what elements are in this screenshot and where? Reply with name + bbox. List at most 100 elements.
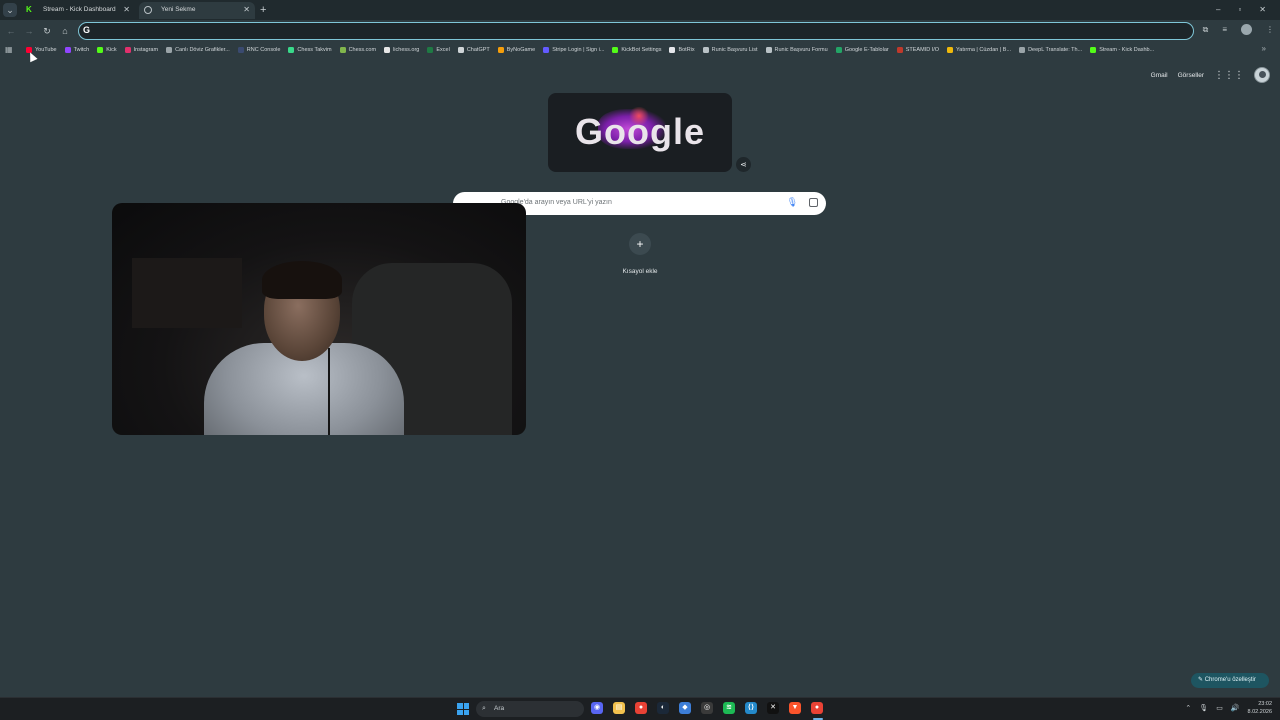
chrome-active-icon[interactable]: ● [811, 702, 823, 714]
bookmark-label: Instagram [133, 47, 159, 53]
google-lens-icon[interactable] [809, 198, 818, 207]
chevron-up-icon[interactable]: ⌃ [1185, 704, 1191, 712]
address-bar[interactable]: G [78, 22, 1194, 40]
bookmark-label: DeepL Translate: Th... [1028, 47, 1083, 53]
more-bookmarks-icon[interactable]: » [1262, 44, 1266, 53]
background-shelf [132, 258, 242, 328]
steam-icon[interactable]: ◐ [657, 702, 669, 714]
monitor-icon[interactable]: ▭ [1216, 704, 1223, 712]
google-doodle[interactable]: Google [548, 93, 732, 172]
bookmark-label: STEAMID I/O [905, 47, 940, 53]
bookmark-item[interactable]: Yatırma | Cüzdan | B... [947, 47, 1011, 53]
system-tray: ⌃ 🎙 ▭ 🔊 23:02 8.02.2026 [1185, 700, 1272, 716]
vscode-icon[interactable]: ⟨⟩ [745, 702, 757, 714]
images-link[interactable]: Görseller [1178, 72, 1204, 79]
bookmark-item[interactable]: STEAMID I/O [896, 47, 940, 53]
doodle-wordmark: Google [575, 111, 705, 152]
bookmark-label: lichess.org [393, 47, 420, 53]
chrome-icon[interactable]: ● [635, 702, 647, 714]
google-g-icon: G [83, 25, 91, 35]
home-icon[interactable]: ⌂ [58, 24, 72, 38]
bookmark-item[interactable]: RNC Console [237, 47, 280, 53]
bookmark-label: Runic Başvuru List [711, 47, 758, 53]
bookmark-label: KickBot Settings [621, 47, 662, 53]
spotify-icon[interactable]: ≋ [723, 702, 735, 714]
bookmark-item[interactable]: Kick [97, 47, 117, 53]
excel-icon [427, 47, 434, 53]
tab-label: Stream - Kick Dashboard [43, 6, 116, 13]
clock[interactable]: 23:02 8.02.2026 [1248, 700, 1272, 716]
person-hair [262, 261, 342, 299]
bookmark-item[interactable]: ByNoGame [497, 47, 536, 53]
bookmark-item[interactable]: BotRix [669, 47, 695, 53]
bookmark-item[interactable]: Stream - Kick Dashb... [1090, 47, 1154, 53]
apps-grid-icon[interactable]: ▦ [5, 45, 15, 55]
console-icon [237, 47, 244, 53]
extensions-icon[interactable]: ⧉ [1203, 25, 1209, 35]
windows-start-icon[interactable] [457, 703, 469, 715]
app-icon[interactable]: ◆ [679, 702, 691, 714]
add-shortcut[interactable]: + Kısayol ekle [610, 233, 670, 275]
bookmark-item[interactable]: Canlı Döviz Grafikler... [166, 47, 230, 53]
close-icon[interactable]: ✕ [123, 2, 130, 18]
headphone-cord [328, 348, 330, 435]
obs-icon[interactable]: ◎ [701, 702, 713, 714]
share-icon[interactable]: ⋖ [736, 157, 751, 172]
menu-icon[interactable]: ⋮ [1266, 25, 1274, 34]
forward-icon[interactable]: → [22, 24, 36, 38]
bookmark-item[interactable]: lichess.org [384, 47, 419, 53]
bookmark-item[interactable]: ChatGPT [457, 47, 490, 53]
close-icon[interactable]: ✕ [243, 2, 250, 18]
bookmark-item[interactable]: Google E-Tablolar [835, 47, 889, 53]
add-shortcut-label: Kısayol ekle [622, 268, 658, 275]
bookmark-item[interactable]: Stripe Login | Sign i... [543, 47, 604, 53]
profile-avatar[interactable] [1241, 24, 1252, 35]
gmail-link[interactable]: Gmail [1151, 72, 1168, 79]
minimize-icon[interactable]: – [1216, 2, 1220, 18]
bookmark-item[interactable]: KickBot Settings [612, 47, 661, 53]
taskbar-search[interactable]: ⌕ Ara [476, 701, 584, 717]
tab-new-tab[interactable]: Yeni Sekme ✕ [139, 2, 255, 19]
file-explorer-icon[interactable]: ▤ [613, 702, 625, 714]
microphone-icon[interactable]: 🎙 [787, 197, 798, 208]
maximize-icon[interactable]: ▫ [1238, 2, 1241, 18]
deepl-icon [1019, 47, 1026, 53]
bookmark-label: Stripe Login | Sign i... [552, 47, 605, 53]
account-avatar[interactable] [1254, 67, 1270, 83]
volume-icon[interactable]: 🔊 [1231, 704, 1240, 712]
steamid-icon [896, 47, 903, 53]
media-control-icon[interactable]: ≡ [1222, 25, 1227, 34]
bookmark-label: ByNoGame [506, 47, 536, 53]
microphone-tray-icon[interactable]: 🎙 [1199, 704, 1208, 712]
reload-icon[interactable]: ↻ [40, 24, 54, 38]
bookmark-label: YouTube [35, 47, 57, 53]
bookmark-item[interactable]: Excel [427, 47, 450, 53]
search-icon: ⌕ [482, 705, 486, 712]
bookmark-item[interactable]: DeepL Translate: Th... [1019, 47, 1082, 53]
bookmarks-bar: ▦ YouTube Twitch Kick Instagram Canlı Döviz … [0, 43, 1280, 57]
bookmark-item[interactable]: Runic Başvuru List [702, 47, 758, 53]
close-window-icon[interactable]: ✕ [1259, 2, 1266, 18]
google-apps-icon[interactable]: ⋮⋮⋮ [1214, 70, 1244, 81]
discord-icon[interactable]: ◉ [591, 702, 603, 714]
toolbar-actions: ⧉ ≡ ⋮ [1203, 24, 1274, 35]
pencil-icon: ✎ [1198, 677, 1204, 683]
tab-search-button[interactable]: ⌄ [3, 3, 17, 17]
brave-icon[interactable]: ▼ [789, 702, 801, 714]
back-icon[interactable]: ← [4, 24, 18, 38]
bookmark-label: Runic Başvuru Formu [774, 47, 828, 53]
chess-icon [288, 47, 295, 53]
customize-chrome-button[interactable]: ✎ Chrome'u özelleştir [1191, 673, 1269, 688]
kick-icon [1090, 47, 1097, 53]
bookmark-item[interactable]: Instagram [124, 47, 159, 53]
capcut-icon[interactable]: ✕ [767, 702, 779, 714]
sheets-icon [835, 47, 842, 53]
bookmark-item[interactable]: Runic Başvuru Formu [765, 47, 828, 53]
bookmark-item[interactable]: Twitch [64, 47, 90, 53]
bookmark-label: Twitch [73, 47, 90, 53]
twitch-icon [64, 47, 71, 53]
bookmark-item[interactable]: Chess.com [339, 47, 376, 53]
bookmark-item[interactable]: Chess Takvim [288, 47, 332, 53]
tab-kick-dashboard[interactable]: K Stream - Kick Dashboard ✕ [21, 2, 135, 19]
new-tab-button[interactable]: + [260, 2, 266, 18]
